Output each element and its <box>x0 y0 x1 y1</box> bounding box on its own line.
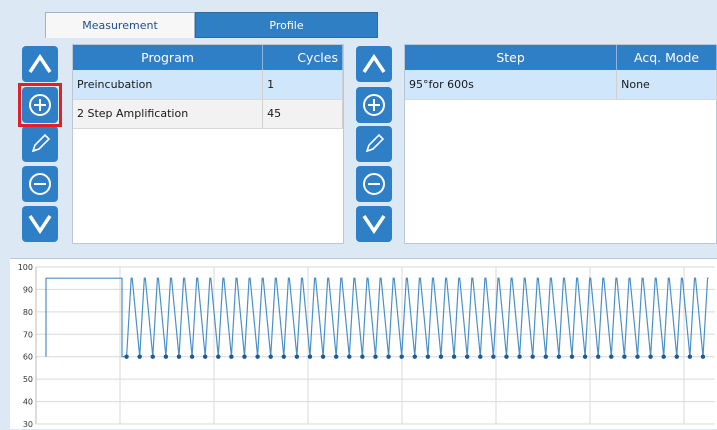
cycles-cell: 45 <box>262 99 343 129</box>
y-tick-label: 50 <box>23 375 33 384</box>
column-header-acq-mode[interactable]: Acq. Mode <box>616 45 717 70</box>
acquisition-point <box>255 354 260 359</box>
acquisition-point <box>360 354 365 359</box>
acquisition-point <box>556 354 562 359</box>
highlight-box <box>18 83 62 127</box>
step-table: Step Acq. Mode 95°for 600s None <box>405 45 717 100</box>
column-header-cycles[interactable]: Cycles <box>262 45 343 70</box>
acquisition-point <box>150 354 155 359</box>
y-tick-label: 70 <box>23 330 33 339</box>
arrow-down-icon <box>362 215 386 235</box>
acquisition-point <box>124 354 129 359</box>
acquisition-point <box>569 354 575 359</box>
profile-editor: Program Cycles Preincubation 1 2 Step Am… <box>10 38 717 248</box>
acquisition-point <box>438 354 444 359</box>
acquisition-point <box>687 354 693 359</box>
temperature-trace-line <box>45 277 709 358</box>
acquisition-point <box>373 354 378 359</box>
acquisition-point <box>333 354 339 359</box>
move-up-button[interactable] <box>22 46 58 82</box>
y-tick-label: 90 <box>23 285 33 294</box>
remove-program-button[interactable] <box>22 166 58 202</box>
edit-program-button[interactable] <box>22 126 58 162</box>
y-tick-label: 30 <box>23 420 33 429</box>
acquisition-point <box>582 354 588 359</box>
step-move-down-button[interactable] <box>356 206 392 242</box>
arrow-up-icon <box>28 53 52 73</box>
y-tick-label: 100 <box>18 263 33 272</box>
acquisition-point <box>491 354 496 359</box>
acquisition-point <box>268 354 273 359</box>
acquisition-point <box>176 354 182 359</box>
edit-step-button[interactable] <box>356 126 392 162</box>
acquisition-point <box>294 354 300 359</box>
add-circle-icon <box>363 94 385 116</box>
program-table: Program Cycles Preincubation 1 2 Step Am… <box>73 45 343 129</box>
acquisition-point <box>595 354 601 359</box>
tab-bar: Measurement Profile <box>0 0 717 40</box>
acq-mode-cell: None <box>616 70 717 100</box>
acquisition-point <box>661 354 666 359</box>
temperature-profile-chart: 100 90 80 70 60 50 40 30 <box>10 258 717 429</box>
acquisition-point <box>609 354 614 359</box>
acquisition-point <box>425 354 431 359</box>
acquisition-point <box>386 354 391 359</box>
y-tick-label: 60 <box>23 353 33 362</box>
table-row[interactable]: 95°for 600s None <box>405 70 717 100</box>
acquisition-point <box>543 354 548 359</box>
table-row[interactable]: Preincubation 1 <box>73 70 343 100</box>
acquisition-point <box>229 354 234 359</box>
acquisition-point <box>202 354 208 359</box>
acquisition-point <box>242 354 247 359</box>
acquisition-point <box>137 354 142 359</box>
acquisition-point <box>530 354 535 359</box>
acquisition-point <box>464 354 470 359</box>
tab-measurement[interactable]: Measurement <box>45 12 195 38</box>
acquisition-point <box>163 354 169 359</box>
acquisition-point <box>700 354 706 359</box>
acquisition-point <box>412 354 417 359</box>
step-cell: 95°for 600s <box>405 70 618 100</box>
move-down-button[interactable] <box>22 206 58 242</box>
add-step-button[interactable] <box>356 87 392 123</box>
column-header-program[interactable]: Program <box>73 45 264 70</box>
arrow-down-icon <box>28 215 52 235</box>
acquisition-point <box>674 354 679 359</box>
chart-svg: 100 90 80 70 60 50 40 30 <box>18 263 715 429</box>
program-name-cell: 2 Step Amplification <box>73 99 264 129</box>
acquisition-point <box>399 354 404 359</box>
arrow-up-icon <box>362 53 386 73</box>
pencil-icon <box>31 133 51 153</box>
acquisition-point <box>216 354 221 359</box>
y-tick-label: 40 <box>23 398 33 407</box>
acquisition-point <box>648 354 653 359</box>
acquisition-point <box>189 354 195 359</box>
remove-step-button[interactable] <box>356 166 392 202</box>
step-move-up-button[interactable] <box>356 46 392 82</box>
acquisition-point <box>517 354 522 359</box>
acquisition-point <box>635 354 640 359</box>
acquisition-point <box>478 354 483 359</box>
cycles-cell: 1 <box>262 70 343 100</box>
y-tick-label: 80 <box>23 308 33 317</box>
program-name-cell: Preincubation <box>73 70 264 100</box>
tab-profile[interactable]: Profile <box>195 12 378 38</box>
acquisition-point <box>347 354 352 359</box>
remove-circle-icon <box>29 173 51 195</box>
column-header-step[interactable]: Step <box>405 45 618 70</box>
acquisition-point <box>307 354 313 359</box>
acquisition-point <box>281 354 286 359</box>
pencil-icon <box>365 133 385 153</box>
acquisition-point <box>320 354 326 359</box>
acquisition-point <box>451 354 457 359</box>
acquisition-point <box>622 354 627 359</box>
table-row[interactable]: 2 Step Amplification 45 <box>73 99 343 129</box>
acquisition-point <box>504 354 509 359</box>
remove-circle-icon <box>363 173 385 195</box>
